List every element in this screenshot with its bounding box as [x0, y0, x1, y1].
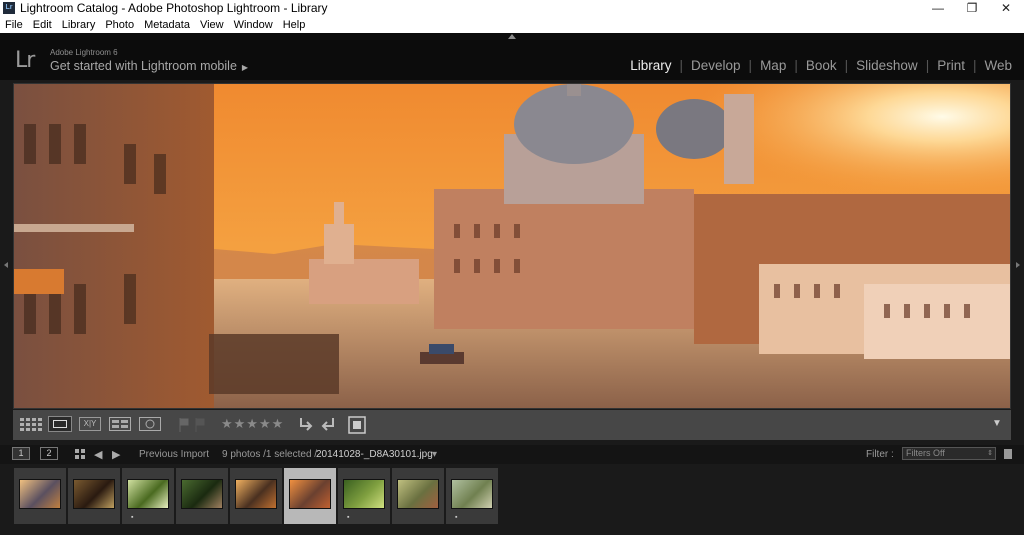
menu-help[interactable]: Help — [278, 17, 311, 33]
menu-edit[interactable]: Edit — [28, 17, 57, 33]
menu-photo[interactable]: Photo — [100, 17, 139, 33]
menu-view[interactable]: View — [195, 17, 229, 33]
filter-lock-icon[interactable] — [1004, 449, 1012, 459]
filmstrip-thumbnail[interactable] — [176, 468, 228, 524]
forward-arrow-icon[interactable]: ▶ — [112, 448, 120, 461]
module-separator: | — [794, 58, 798, 73]
mobile-promo-text: Get started with Lightroom mobile — [50, 59, 237, 73]
close-button[interactable]: ✕ — [989, 0, 1023, 17]
filmstrip-thumbnail[interactable]: ▪ — [122, 468, 174, 524]
survey-view-icon[interactable] — [109, 417, 131, 436]
menu-metadata[interactable]: Metadata — [139, 17, 195, 33]
toolbar-menu-chevron-icon[interactable]: ▼ — [992, 418, 1002, 429]
module-map[interactable]: Map — [760, 58, 786, 73]
filter-select[interactable]: Filters Off ⇕ — [902, 447, 996, 460]
menu-bar: File Edit Library Photo Metadata View Window He… — [0, 17, 1024, 33]
filter-select-arrows-icon: ⇕ — [987, 450, 993, 457]
flag-reject-icon[interactable] — [195, 418, 205, 437]
thumbnail-badge-icon: ▪ — [131, 514, 134, 521]
module-slideshow[interactable]: Slideshow — [856, 58, 918, 73]
filmstrip-thumbnail[interactable]: ▪ — [446, 468, 498, 524]
thumbnail-image — [289, 479, 331, 509]
module-develop[interactable]: Develop — [691, 58, 741, 73]
library-toolbar: X|Y ★★★★★ ▼ — [13, 410, 1011, 440]
filter-label: Filter : — [866, 449, 894, 460]
left-panel-collapse-icon[interactable] — [4, 262, 8, 268]
module-separator: | — [925, 58, 930, 73]
module-picker: Library | Develop | Map | Book | Slideshow | Print… — [630, 58, 1012, 73]
module-library[interactable]: Library — [630, 58, 671, 73]
filename-dropdown-icon[interactable]: ▾ — [432, 448, 437, 461]
thumbnail-image — [73, 479, 115, 509]
filmstrip-header: 1 2 ◀ ▶ Previous Import 9 photos /1 sele… — [0, 445, 1024, 464]
thumbnail-badge-icon: ▪ — [347, 514, 350, 521]
window-title-bar: Lr Lightroom Catalog - Adobe Photoshop L… — [0, 0, 1024, 17]
top-panel-collapse-icon[interactable] — [508, 34, 516, 39]
minimize-button[interactable]: — — [921, 0, 955, 17]
people-view-icon[interactable] — [139, 417, 161, 436]
filmstrip: ▪ ▪ ▪ — [0, 464, 1024, 535]
thumbnail-image — [181, 479, 223, 509]
filmstrip-thumbnail[interactable] — [230, 468, 282, 524]
restore-button[interactable]: ❐ — [955, 0, 989, 17]
module-separator: | — [748, 58, 753, 73]
menu-window[interactable]: Window — [229, 17, 278, 33]
filmstrip-source[interactable]: Previous Import — [139, 448, 209, 461]
main-window-button[interactable]: 1 — [12, 447, 30, 460]
filmstrip-thumbnail[interactable] — [14, 468, 66, 524]
loupe-photo-view[interactable] — [13, 83, 1011, 409]
menu-file[interactable]: File — [0, 17, 28, 33]
thumbnail-badge-icon: ▪ — [455, 514, 458, 521]
thumbnail-image — [451, 479, 493, 509]
star-rating[interactable]: ★★★★★ — [221, 416, 284, 432]
venice-sunset-photo — [14, 84, 1010, 408]
module-separator: | — [679, 58, 684, 73]
crop-overlay-icon[interactable] — [347, 415, 367, 440]
right-panel-collapse-icon[interactable] — [1016, 262, 1020, 268]
filmstrip-thumbnail[interactable] — [68, 468, 120, 524]
loupe-view-icon[interactable] — [48, 416, 72, 432]
lightroom-app-icon: Lr — [3, 2, 15, 14]
menu-library[interactable]: Library — [57, 17, 101, 33]
play-arrow-icon: ▶ — [241, 63, 249, 72]
grid-view-icon[interactable] — [20, 418, 42, 437]
rotate-right-icon[interactable] — [319, 416, 337, 437]
thumbnail-image — [235, 479, 277, 509]
photo-count: 9 photos /1 selected / — [222, 449, 318, 460]
mobile-promo-link[interactable]: Get started with Lightroom mobile ▶ — [50, 59, 248, 73]
filmstrip-thumbnail[interactable]: ▪ — [338, 468, 390, 524]
grid-icon[interactable] — [75, 449, 86, 463]
module-book[interactable]: Book — [806, 58, 837, 73]
filmstrip-thumbnail[interactable] — [284, 468, 336, 524]
module-print[interactable]: Print — [937, 58, 965, 73]
back-arrow-icon[interactable]: ◀ — [94, 448, 102, 461]
rotate-left-icon[interactable] — [297, 416, 315, 437]
identity-plate-panel: Lr Adobe Lightroom 6 Get started with Li… — [0, 33, 1024, 80]
window-title: Lightroom Catalog - Adobe Photoshop Ligh… — [20, 1, 328, 15]
thumbnail-image — [343, 479, 385, 509]
compare-view-icon[interactable]: X|Y — [79, 417, 101, 431]
flag-pick-icon[interactable] — [179, 418, 189, 437]
module-web[interactable]: Web — [984, 58, 1012, 73]
lr-logo: Lr — [15, 48, 35, 73]
module-separator: | — [972, 58, 977, 73]
product-name: Adobe Lightroom 6 — [50, 48, 118, 57]
secondary-window-button[interactable]: 2 — [40, 447, 58, 460]
selected-filename[interactable]: 20141028-_D8A30101.jpg — [316, 448, 433, 461]
thumbnail-image — [19, 479, 61, 509]
module-separator: | — [844, 58, 849, 73]
thumbnail-image — [397, 479, 439, 509]
thumbnail-image — [127, 479, 169, 509]
filmstrip-thumbnail[interactable] — [392, 468, 444, 524]
filter-value: Filters Off — [906, 448, 945, 458]
